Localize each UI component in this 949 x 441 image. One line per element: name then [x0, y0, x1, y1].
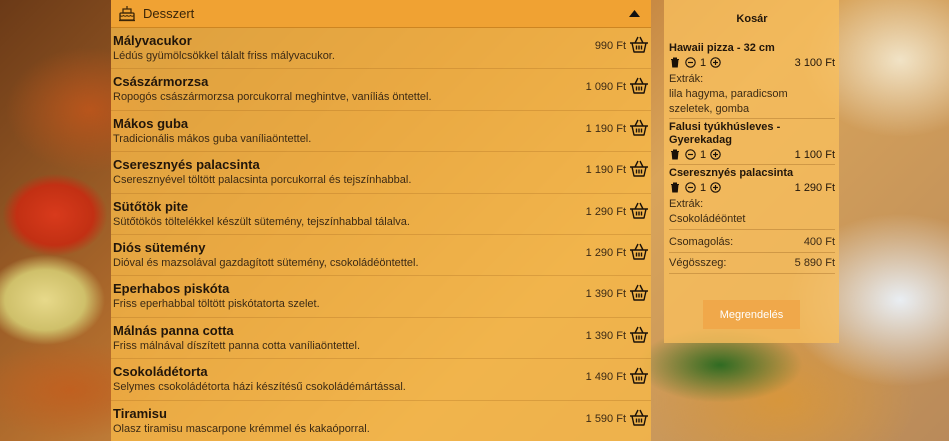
add-to-basket-icon[interactable] [629, 243, 649, 261]
menu-item-price: 1 390 Ft [585, 329, 626, 342]
cart-item-quantity: 1 [700, 56, 707, 69]
add-to-basket-icon[interactable] [629, 77, 649, 95]
trash-icon[interactable] [669, 182, 681, 194]
cake-icon [117, 4, 137, 24]
menu-item-description: Sütőtökös töltelékkel készült sütemény, … [113, 215, 410, 228]
menu-item: Császármorzsa Ropogós császármorzsa porc… [111, 69, 651, 111]
menu-item-description: Ropogós császármorzsa porcukorral meghin… [113, 91, 432, 104]
menu-item: Sütőtök pite Sütőtökös töltelékkel készü… [111, 194, 651, 235]
menu-item-price: 1 390 Ft [585, 288, 626, 301]
menu-item-description: Selymes csokoládétorta házi készítésű cs… [113, 381, 406, 394]
packaging-label: Csomagolás: [669, 235, 734, 248]
add-to-basket-icon[interactable] [629, 160, 649, 178]
packaging-row: Csomagolás: 400 Ft [669, 232, 835, 253]
add-to-basket-icon[interactable] [629, 202, 649, 220]
menu-item-description: Tradicionális mákos guba vaníliaöntettel… [113, 132, 312, 145]
menu-item-name: Málnás panna cotta [113, 322, 234, 338]
menu-item: Tiramisu Olasz tiramisu mascarpone krémm… [111, 401, 651, 441]
cart-item-quantity: 1 [700, 181, 707, 194]
menu-item: Eperhabos piskóta Friss eperhabbal töltö… [111, 276, 651, 318]
add-to-basket-icon[interactable] [629, 36, 649, 54]
cart-item-extra: Csokoládéöntet [669, 213, 746, 225]
menu-item-description: Dióval és mazsolával gazdagított sütemén… [113, 256, 419, 269]
menu-item-name: Cseresznyés palacsinta [113, 157, 260, 173]
cart-item-name: Falusi tyúkhúsleves - Gyerekadag [669, 121, 781, 146]
cart-item-extras-label: Extrák: [669, 198, 704, 210]
trash-icon[interactable] [669, 57, 681, 69]
menu-item-price: 1 490 Ft [585, 371, 626, 384]
cart-item-controls: 1 1 290 Ft [669, 180, 835, 195]
cart-item-controls: 1 3 100 Ft [669, 55, 835, 70]
menu-item-description: Friss málnával díszített panna cotta van… [113, 339, 361, 352]
minus-circle-icon[interactable] [684, 149, 696, 161]
total-value: 5 890 Ft [794, 256, 835, 269]
menu-item: Mákos guba Tradicionális mákos guba vaní… [111, 111, 651, 153]
plus-circle-icon[interactable] [709, 149, 721, 161]
add-to-basket-icon[interactable] [629, 119, 649, 137]
menu-item-list: Mályvacukor Lédús gyümölcsökkel tálalt f… [111, 28, 651, 441]
menu-item: Cseresznyés palacsinta Cseresznyével töl… [111, 152, 651, 194]
menu-item-name: Mályvacukor [113, 33, 192, 48]
menu-item-price: 990 Ft [594, 40, 626, 52]
menu-item: Mályvacukor Lédús gyümölcsökkel tálalt f… [111, 28, 651, 70]
category-header[interactable]: Desszert [111, 0, 651, 28]
menu-item-price: 1 190 Ft [585, 122, 626, 135]
order-button[interactable]: Megrendelés [703, 300, 800, 329]
menu-item-description: Olasz tiramisu mascarpone krémmel és kak… [113, 422, 370, 435]
menu-item-description: Cseresznyével töltött palacsinta porcuko… [113, 174, 412, 187]
total-row: Végösszeg: 5 890 Ft [669, 253, 835, 274]
cart-item: Hawaii pizza - 32 cm 1 3 100 Ft Extrák: … [669, 42, 835, 119]
cart-item-quantity: 1 [700, 148, 707, 161]
packaging-value: 400 Ft [803, 235, 835, 248]
menu-item-name: Diós sütemény [113, 239, 206, 255]
menu-item: Málnás panna cotta Friss málnával díszít… [111, 318, 651, 360]
cart-item-price: 1 290 Ft [794, 181, 835, 194]
trash-icon[interactable] [669, 149, 681, 161]
add-to-basket-icon[interactable] [629, 326, 649, 344]
cart-item-extra: szeletek, gomba [669, 102, 750, 115]
cart-item-extra: lila hagyma, paradicsom [669, 88, 788, 100]
total-label: Végösszeg: [669, 256, 727, 269]
cart-item: Falusi tyúkhúsleves - Gyerekadag 1 1 100… [669, 121, 835, 165]
menu-item-price: 1 590 Ft [585, 412, 626, 425]
menu-item: Diós sütemény Dióval és mazsolával gazda… [111, 235, 651, 277]
menu-item-name: Császármorzsa [113, 74, 209, 90]
menu-item-name: Tiramisu [113, 405, 167, 421]
menu-item-price: 1 290 Ft [585, 246, 626, 259]
menu-item: Csokoládétorta Selymes csokoládétorta há… [111, 359, 651, 401]
cart-item: Cseresznyés palacsinta 1 1 290 Ft Extrák… [669, 167, 835, 230]
cart-item-name: Cseresznyés palacsinta [669, 167, 794, 179]
cart-item-price: 3 100 Ft [794, 56, 835, 69]
plus-circle-icon[interactable] [709, 182, 721, 194]
cart-item-extras-label: Extrák: [669, 73, 704, 85]
menu-item-name: Mákos guba [113, 115, 189, 131]
menu-panel: Desszert Mályvacukor Lédús gyümölcsökkel… [111, 0, 651, 441]
category-title: Desszert [143, 6, 195, 21]
menu-item-price: 1 290 Ft [585, 205, 626, 218]
cart-item-controls: 1 1 100 Ft [669, 147, 835, 162]
menu-item-name: Csokoládétorta [113, 364, 208, 380]
menu-item-name: Eperhabos piskóta [113, 281, 230, 297]
cart-panel: Kosár Hawaii pizza - 32 cm 1 3 100 Ft Ex… [664, 0, 839, 343]
menu-item-price: 1 090 Ft [585, 81, 626, 94]
caret-up-icon[interactable] [627, 7, 641, 21]
menu-item-description: Lédús gyümölcsökkel tálalt friss mályvac… [113, 50, 335, 62]
menu-item-price: 1 190 Ft [585, 164, 626, 177]
minus-circle-icon[interactable] [684, 182, 696, 194]
cart-title: Kosár [736, 13, 768, 25]
plus-circle-icon[interactable] [709, 57, 721, 69]
menu-item-description: Friss eperhabbal töltött piskótatorta sz… [113, 298, 320, 311]
cart-item-price: 1 100 Ft [794, 148, 835, 161]
add-to-basket-icon[interactable] [629, 409, 649, 427]
add-to-basket-icon[interactable] [629, 284, 649, 302]
minus-circle-icon[interactable] [684, 57, 696, 69]
cart-item-name: Hawaii pizza - 32 cm [669, 42, 775, 54]
menu-item-name: Sütőtök pite [113, 198, 189, 214]
add-to-basket-icon[interactable] [629, 367, 649, 385]
